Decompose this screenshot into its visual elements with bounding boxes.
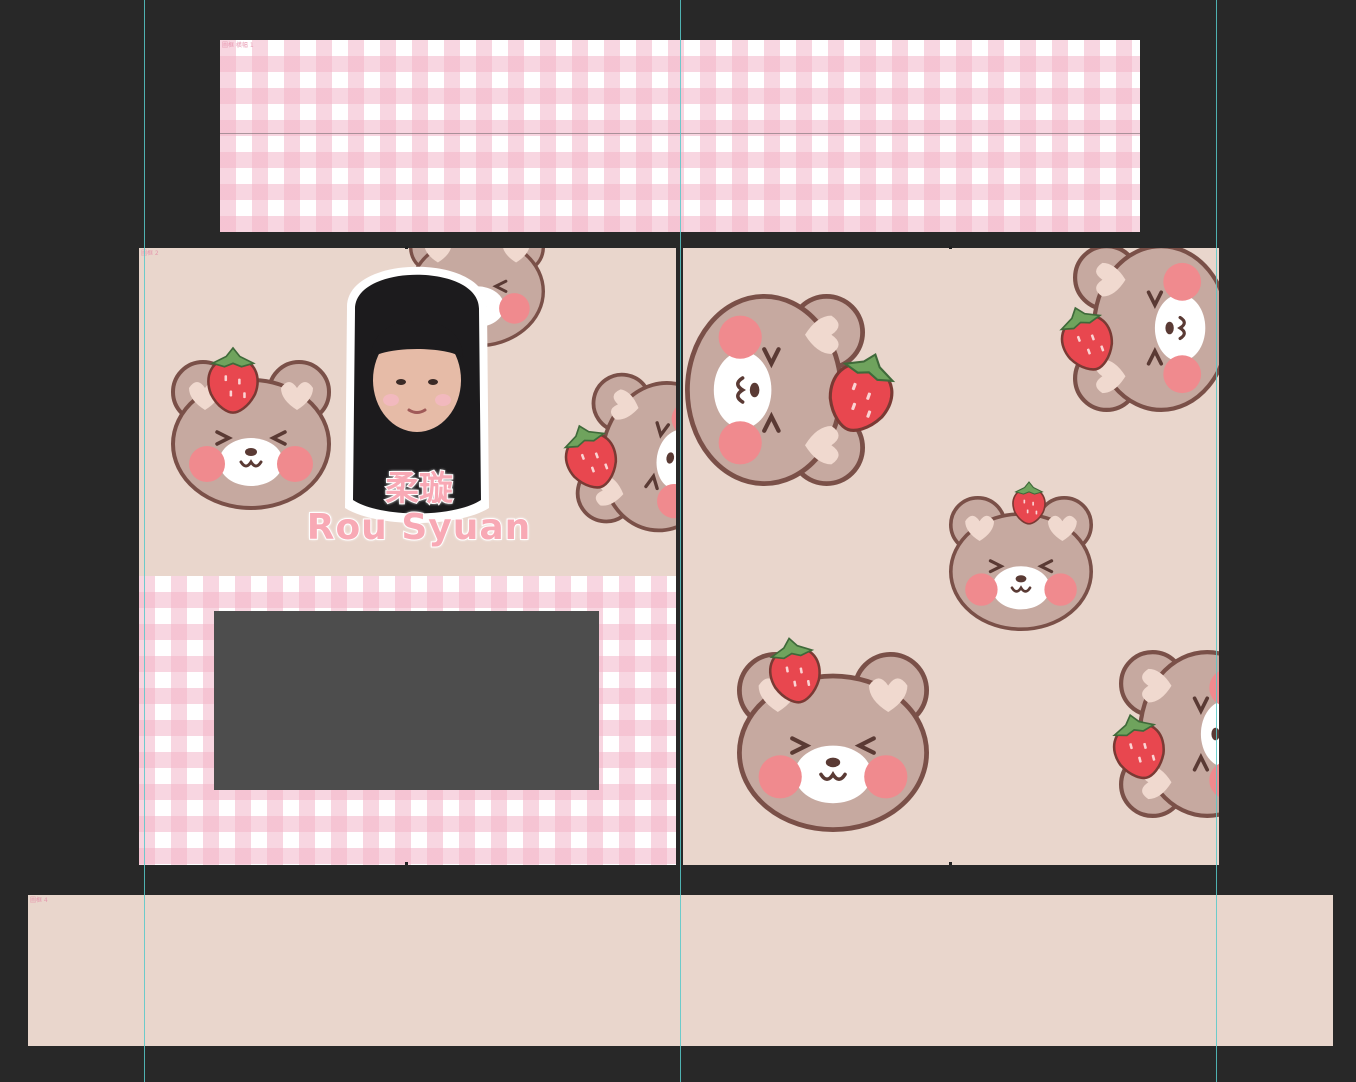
anchor-mark	[405, 862, 408, 865]
vertical-guide[interactable]	[1216, 0, 1217, 1082]
bear-pattern-artboard[interactable]	[683, 248, 1219, 865]
artboard-label: 圖框 橫幅 1	[222, 42, 254, 49]
name-chinese: 柔璇	[384, 469, 454, 509]
strawberry-sticker	[207, 346, 259, 414]
profile-panel-artboard[interactable]: 圖框 2 柔璇 Rou Syuan	[139, 248, 676, 865]
anchor-mark	[949, 246, 952, 249]
anchor-mark	[949, 862, 952, 865]
artboard-label: 圖框 4	[30, 897, 48, 904]
profile-name: 柔璇 Rou Syuan	[289, 469, 549, 549]
bear-sticker	[739, 654, 926, 829]
bear-pattern-layer	[683, 248, 1219, 865]
name-english: Rou Syuan	[306, 507, 532, 549]
anchor-mark	[405, 246, 408, 249]
vertical-guide[interactable]	[680, 0, 681, 1082]
vertical-guide[interactable]	[144, 0, 145, 1082]
video-placeholder[interactable]	[214, 611, 599, 790]
strawberry-sticker	[1012, 481, 1046, 525]
